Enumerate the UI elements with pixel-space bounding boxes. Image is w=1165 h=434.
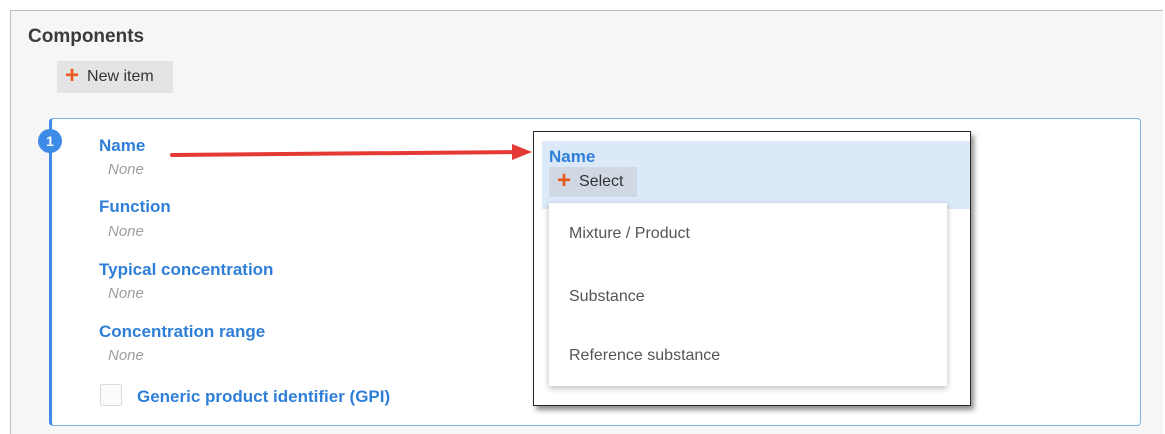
arrow-annotation: [170, 144, 532, 160]
select-button[interactable]: + Select: [549, 167, 637, 197]
new-item-label: New item: [87, 68, 154, 85]
gpi-checkbox[interactable]: [100, 384, 122, 406]
item-index-badge: 1: [38, 129, 62, 153]
dropdown-option-reference-substance[interactable]: Reference substance: [569, 347, 720, 365]
field-label-function: Function: [99, 197, 171, 216]
field-label-typical-concentration: Typical concentration: [99, 260, 274, 279]
field-value-name: None: [108, 161, 144, 178]
callout-field-label: Name: [549, 147, 596, 166]
plus-icon: +: [557, 167, 572, 194]
field-value-concentration-range: None: [108, 347, 144, 364]
new-item-button[interactable]: + New item: [57, 61, 173, 93]
dropdown-option-mixture-product[interactable]: Mixture / Product: [569, 225, 690, 243]
section-title: Components: [28, 26, 145, 47]
select-dropdown-menu: Mixture / Product Substance Reference su…: [549, 203, 947, 386]
plus-icon: +: [65, 62, 80, 89]
gpi-label: Generic product identifier (GPI): [137, 387, 391, 406]
field-value-typical-concentration: None: [108, 285, 144, 302]
select-label: Select: [579, 173, 624, 190]
field-label-concentration-range: Concentration range: [99, 322, 266, 341]
field-label-name: Name: [99, 136, 146, 155]
dropdown-option-substance[interactable]: Substance: [569, 288, 645, 306]
field-value-function: None: [108, 223, 144, 240]
